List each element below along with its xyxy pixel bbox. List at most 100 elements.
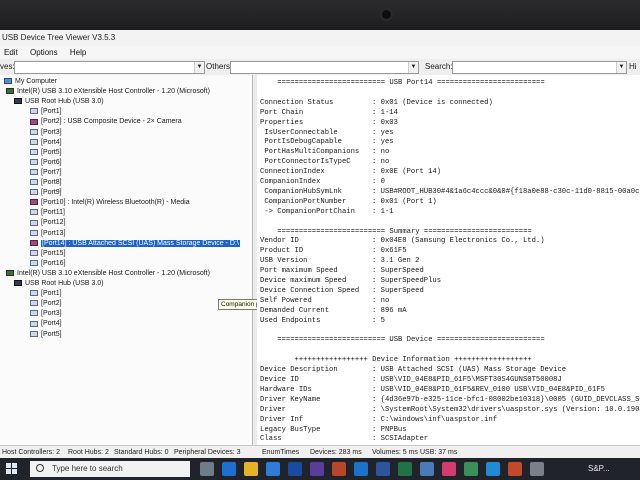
- status-peripheral-devices: Peripheral Devices: 3: [174, 449, 241, 456]
- tree-node[interactable]: [Port5]: [30, 148, 62, 158]
- edge-browser-icon[interactable]: [222, 462, 236, 476]
- tree-node[interactable]: [Port5]: [30, 330, 62, 340]
- tree-node[interactable]: USB Root Hub (USB 3.0): [14, 97, 104, 107]
- controller-icon: [6, 270, 14, 277]
- detail-line: -> CompanionPortChain: 1-1: [260, 207, 393, 217]
- chevron-down-icon[interactable]: ▼: [194, 62, 204, 73]
- detail-value: : USB#ROOT_HUB30#4&1a6c4ccc&0&0#{f18a0e8…: [372, 187, 640, 196]
- tree-node[interactable]: [Port9]: [30, 188, 62, 198]
- detail-line: +++++++++++++++++ Device Information +++…: [260, 356, 532, 365]
- mail-icon[interactable]: [266, 462, 280, 476]
- teams-icon[interactable]: [310, 462, 324, 476]
- tree-node[interactable]: Intel(R) USB 3.10 eXtensible Host Contro…: [6, 87, 210, 97]
- detail-line: Vendor ID: 0x04E8 (Samsung Electronics C…: [260, 236, 545, 246]
- detail-value: : \SystemRoot\System32\drivers\uaspstor.…: [372, 405, 640, 414]
- tree-node-label: [Port4]: [41, 320, 62, 328]
- detail-line: USB Version: 3.1 Gen 2: [260, 256, 419, 266]
- detail-value: : USB Attached SCSI (UAS) Mass Storage D…: [372, 366, 567, 375]
- tree-node-label: USB Root Hub (USB 3.0): [25, 98, 104, 106]
- detail-value: : 0x03: [372, 118, 398, 127]
- tree-node[interactable]: [Port8]: [30, 178, 62, 188]
- usb-viewer-app-icon[interactable]: [420, 462, 434, 476]
- detail-value: : SuperSpeed: [372, 267, 424, 276]
- tree-node[interactable]: [Port11]: [30, 208, 65, 218]
- detail-line: Used Endpoints: 5: [260, 316, 385, 326]
- detail-value: : no: [372, 148, 390, 157]
- tree-node[interactable]: Intel(R) USB 3.10 eXtensible Host Contro…: [6, 269, 210, 279]
- tree-node[interactable]: [Port3]: [30, 128, 62, 138]
- detail-key: CompanionPortNumber: [260, 197, 347, 206]
- windows-start-icon[interactable]: [6, 463, 18, 475]
- tree-node[interactable]: [Port14] : USB Attached SCSI (UAS) Mass …: [30, 239, 240, 249]
- taskbar-search-box[interactable]: Type here to search: [30, 461, 190, 477]
- file-explorer-icon[interactable]: [244, 462, 258, 476]
- status-host-controllers: Host Controllers: 2: [2, 449, 60, 456]
- app-icon[interactable]: [508, 462, 522, 476]
- detail-key: USB Version: [260, 257, 308, 266]
- tree-node-label: [Port8]: [41, 179, 62, 186]
- store-icon[interactable]: [288, 462, 302, 476]
- tree-node[interactable]: [Port4]: [30, 138, 62, 148]
- detail-key: Connection Status: [260, 98, 334, 107]
- app-icon[interactable]: [464, 462, 478, 476]
- app-icon[interactable]: [442, 462, 456, 476]
- detail-line: Connection Status: 0x01 (Device is conne…: [260, 98, 493, 108]
- menu-options[interactable]: Options: [30, 48, 58, 57]
- detail-value: : 0: [372, 178, 385, 186]
- menu-help[interactable]: Help: [70, 48, 86, 57]
- filter-others-combo[interactable]: ▼: [230, 61, 419, 74]
- outlook-icon[interactable]: [354, 462, 368, 476]
- tree-node[interactable]: [Port16]: [30, 259, 66, 269]
- app-icon[interactable]: [486, 462, 500, 476]
- excel-icon[interactable]: [398, 462, 412, 476]
- detail-key: Class: [260, 435, 282, 444]
- detail-key: Self Powered: [260, 296, 312, 305]
- details-pane[interactable]: ========================= USB Port14 ===…: [257, 75, 640, 445]
- tree-node[interactable]: [Port7]: [30, 168, 62, 178]
- word-icon[interactable]: [376, 462, 390, 476]
- chevron-down-icon[interactable]: ▼: [408, 62, 418, 73]
- powerpoint-icon[interactable]: [332, 462, 346, 476]
- tree-node[interactable]: [Port15]: [30, 249, 66, 259]
- search-input[interactable]: ▼: [452, 61, 627, 74]
- tree-node[interactable]: [Port4]: [30, 319, 62, 329]
- tree-node[interactable]: [Port1]: [30, 107, 62, 117]
- detail-line: PortHasMultiCompanions: no: [260, 147, 389, 157]
- detail-line: PortIsDebugCapable: yes: [260, 137, 393, 147]
- tree-node[interactable]: My Computer: [4, 77, 57, 87]
- tree-node[interactable]: [Port3]: [30, 309, 62, 319]
- chevron-down-icon[interactable]: ▼: [616, 62, 626, 73]
- tree-node[interactable]: [Port1]: [30, 289, 62, 299]
- detail-value: : C:\windows\inf\uaspstor.inf: [372, 415, 498, 424]
- detail-value: : 0x04E8 (Samsung Electronics Co., Ltd.): [372, 237, 545, 246]
- tree-node-label: [Port14] : USB Attached SCSI (UAS) Mass …: [41, 239, 240, 247]
- port-icon: [30, 108, 38, 115]
- detail-line: Legacy BusType: PNPBus: [260, 425, 407, 435]
- controller-icon: [6, 88, 14, 95]
- tree-node-label: USB Root Hub (USB 3.0): [25, 280, 104, 287]
- tree-node[interactable]: [Port2]: [30, 299, 62, 309]
- tree-node[interactable]: USB Root Hub (USB 3.0): [14, 279, 104, 289]
- tree-node[interactable]: [Port13]: [30, 229, 66, 239]
- detail-key: Used Endpoints: [260, 316, 321, 325]
- detail-line: Demanded Current: 896 mA: [260, 306, 407, 316]
- detail-line: Class: SCSIAdapter: [260, 434, 428, 444]
- detail-key: Driver: [260, 405, 286, 414]
- detail-line: Self Powered: no: [260, 296, 389, 306]
- tree-node[interactable]: [Port10] : Intel(R) Wireless Bluetooth(R…: [30, 198, 190, 208]
- detail-line: Device Connection Speed: SuperSpeed: [260, 286, 424, 296]
- tree-node[interactable]: [Port2] : USB Composite Device - 2× Came…: [30, 117, 182, 127]
- tree-node-label: [Port3]: [41, 310, 62, 318]
- menu-edit[interactable]: Edit: [4, 48, 18, 57]
- filter-left-combo[interactable]: ▼: [14, 61, 205, 74]
- tree-node-label: [Port5]: [41, 330, 62, 338]
- task-view-icon[interactable]: [200, 462, 214, 476]
- app-icon[interactable]: [530, 462, 544, 476]
- port-icon: [30, 219, 38, 226]
- tree-node[interactable]: [Port12]: [30, 218, 66, 228]
- tree-node[interactable]: [Port6]: [30, 158, 62, 168]
- filter-bar: ves: ▼ Others: ▼ Search: ▼ Hi: [0, 59, 640, 75]
- detail-key: Legacy BusType: [260, 425, 321, 434]
- taskbar: Type here to search S&P...: [0, 458, 640, 480]
- device-tree[interactable]: My Computer Intel(R) USB 3.10 eXtensible …: [0, 75, 253, 445]
